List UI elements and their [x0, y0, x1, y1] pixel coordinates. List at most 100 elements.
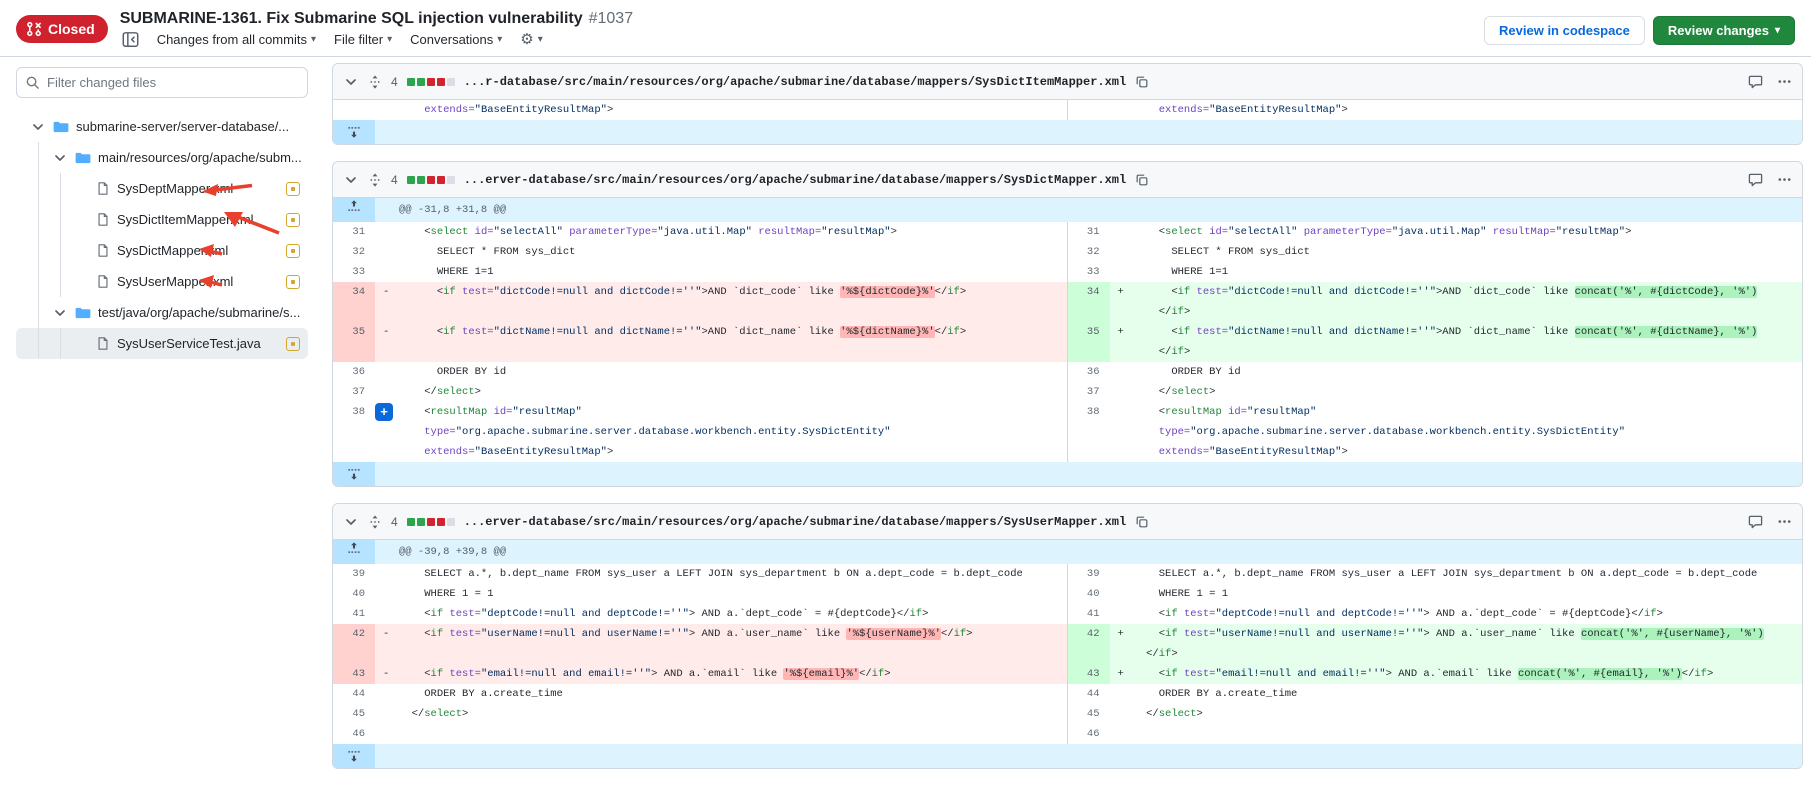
- file-tree-item-sysdeptmapper-xml[interactable]: SysDeptMapper.xml: [16, 173, 308, 204]
- expand-down-button[interactable]: [333, 120, 375, 144]
- kebab-icon[interactable]: [1777, 74, 1792, 89]
- new-line-number[interactable]: 43: [1068, 664, 1110, 684]
- new-line-number[interactable]: 36: [1068, 362, 1110, 382]
- add-comment-button[interactable]: +: [375, 403, 393, 421]
- new-line-number[interactable]: 37: [1068, 382, 1110, 402]
- old-line-number[interactable]: 39: [333, 564, 375, 584]
- file-tree-item-sysusermapper-xml[interactable]: SysUserMapper.xml: [16, 266, 308, 297]
- expand-hunk-button[interactable]: [333, 198, 375, 222]
- old-line-number[interactable]: 38: [333, 402, 375, 462]
- new-line-number[interactable]: 31: [1068, 222, 1110, 242]
- new-line-code: <select id="selectAll" parameterType="ja…: [1110, 222, 1803, 242]
- expand-down-button[interactable]: [333, 744, 375, 768]
- new-line-code: + <if test="dictName!=null and dictName!…: [1110, 322, 1803, 362]
- new-line-number[interactable]: 35: [1068, 322, 1110, 362]
- file-tree-folder[interactable]: submarine-server/server-database/...: [16, 111, 308, 142]
- copy-icon[interactable]: [1135, 75, 1149, 89]
- addition-marker: +: [1118, 624, 1124, 644]
- conversations-dropdown[interactable]: Conversations▾: [410, 32, 502, 47]
- chevron-down-icon: ▾: [538, 35, 543, 45]
- expand-down-row[interactable]: [333, 462, 1802, 486]
- tree-indent-guide: [38, 266, 39, 297]
- old-line-number[interactable]: 37: [333, 382, 375, 402]
- new-line-number[interactable]: 44: [1068, 684, 1110, 704]
- file-modified-icon: [286, 213, 300, 227]
- new-line-code: ORDER BY id: [1110, 362, 1803, 382]
- collapse-sidebar-icon[interactable]: [122, 31, 139, 48]
- drag-handle-icon[interactable]: [368, 74, 382, 90]
- diff-settings-dropdown[interactable]: ⚙▾: [520, 35, 542, 45]
- filter-changed-files-input[interactable]: [16, 67, 308, 98]
- comment-icon[interactable]: [1748, 172, 1763, 187]
- chevron-down-icon[interactable]: [30, 119, 46, 135]
- chevron-down-icon[interactable]: [343, 514, 359, 530]
- new-line-number[interactable]: 41: [1068, 604, 1110, 624]
- old-line-code: extends="BaseEntityResultMap">: [375, 100, 1068, 120]
- changes-from-dropdown[interactable]: Changes from all commits▾: [157, 32, 316, 47]
- old-line-number[interactable]: [333, 100, 375, 120]
- old-line-number[interactable]: 43: [333, 664, 375, 684]
- old-line-number[interactable]: 34: [333, 282, 375, 322]
- old-line-number[interactable]: 35: [333, 322, 375, 362]
- file-modified-icon: [286, 244, 300, 258]
- new-line-number[interactable]: 34: [1068, 282, 1110, 322]
- copy-icon[interactable]: [1135, 173, 1149, 187]
- chevron-down-icon[interactable]: [52, 150, 68, 166]
- new-line-number[interactable]: 45: [1068, 704, 1110, 724]
- diffstat-square: [407, 176, 415, 184]
- old-line-number[interactable]: 33: [333, 262, 375, 282]
- new-line-code: + <if test="dictCode!=null and dictCode!…: [1110, 282, 1803, 322]
- chevron-down-icon[interactable]: [52, 305, 68, 321]
- new-line-number[interactable]: [1068, 100, 1110, 120]
- file-filter-dropdown[interactable]: File filter▾: [334, 32, 392, 47]
- old-line-number[interactable]: 44: [333, 684, 375, 704]
- pull-request-closed-icon: [26, 21, 42, 37]
- old-line-number[interactable]: 31: [333, 222, 375, 242]
- new-line-number[interactable]: 39: [1068, 564, 1110, 584]
- new-line-number[interactable]: 42: [1068, 624, 1110, 664]
- split-diff-table: @@ -31,8 +31,8 @@31 <select id="selectAl…: [333, 198, 1802, 462]
- kebab-icon[interactable]: [1777, 172, 1792, 187]
- new-line-number[interactable]: 46: [1068, 724, 1110, 744]
- old-line-number[interactable]: 41: [333, 604, 375, 624]
- old-line-number[interactable]: 46: [333, 724, 375, 744]
- expand-down-button[interactable]: [333, 462, 375, 486]
- drag-handle-icon[interactable]: [368, 172, 382, 188]
- kebab-icon[interactable]: [1777, 514, 1792, 529]
- review-changes-button[interactable]: Review changes▾: [1653, 16, 1795, 45]
- file-tree-folder[interactable]: main/resources/org/apache/subm...: [16, 142, 308, 173]
- drag-handle-icon[interactable]: [368, 514, 382, 530]
- comment-icon[interactable]: [1748, 74, 1763, 89]
- old-line-number[interactable]: 36: [333, 362, 375, 382]
- new-line-number[interactable]: 33: [1068, 262, 1110, 282]
- old-line-number[interactable]: 40: [333, 584, 375, 604]
- file-tree-item-sysdictitemmapper-xml[interactable]: SysDictItemMapper.xml: [16, 204, 308, 235]
- comment-icon[interactable]: [1748, 514, 1763, 529]
- expand-hunk-button[interactable]: [333, 540, 375, 564]
- tree-indent-guide: [38, 328, 39, 359]
- expand-down-icon: [347, 125, 361, 139]
- chevron-down-icon[interactable]: [343, 172, 359, 188]
- new-line-number[interactable]: 38: [1068, 402, 1110, 462]
- old-line-number[interactable]: 42: [333, 624, 375, 664]
- file-tree-folder[interactable]: test/java/org/apache/submarine/s...: [16, 297, 308, 328]
- chevron-down-icon[interactable]: [343, 74, 359, 90]
- new-line-number[interactable]: 32: [1068, 242, 1110, 262]
- old-line-number[interactable]: 32: [333, 242, 375, 262]
- copy-icon[interactable]: [1135, 515, 1149, 529]
- pr-header: Closed SUBMARINE-1361. Fix Submarine SQL…: [0, 0, 1811, 57]
- file-tree-item-sysuserservicetest-java[interactable]: SysUserServiceTest.java: [16, 328, 308, 359]
- old-line-code: WHERE 1=1: [375, 262, 1068, 282]
- old-line-number[interactable]: 45: [333, 704, 375, 724]
- hunk-row: @@ -31,8 +31,8 @@: [333, 198, 1802, 222]
- old-line-code: </select>: [375, 382, 1068, 402]
- file-tree-item-sysdictmapper-xml[interactable]: SysDictMapper.xml: [16, 235, 308, 266]
- expand-down-row[interactable]: [333, 744, 1802, 768]
- file-modified-icon: [286, 275, 300, 289]
- review-in-codespace-button[interactable]: Review in codespace: [1484, 16, 1645, 45]
- new-line-code: SELECT a.*, b.dept_name FROM sys_user a …: [1110, 564, 1803, 584]
- new-line-number[interactable]: 40: [1068, 584, 1110, 604]
- diff-file-header: 4...erver-database/src/main/resources/or…: [333, 504, 1802, 540]
- expand-down-row[interactable]: [333, 120, 1802, 144]
- diff-line-row: 36 ORDER BY id36 ORDER BY id: [333, 362, 1802, 382]
